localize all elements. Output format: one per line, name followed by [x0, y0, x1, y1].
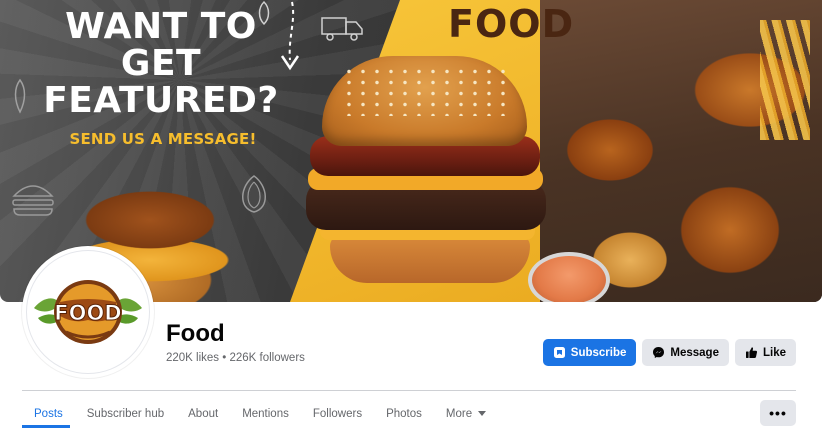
tab-followers[interactable]: Followers: [301, 400, 374, 428]
tab-label: Followers: [312, 408, 363, 420]
avatar: FOOD: [26, 250, 150, 374]
tab-label: Subscriber hub: [86, 408, 165, 420]
leaf-doodle-icon: [14, 78, 26, 114]
page-actions: Subscribe Message Like: [542, 339, 796, 366]
subscribe-button[interactable]: Subscribe: [542, 339, 637, 366]
message-label: Message: [670, 346, 719, 359]
page-title[interactable]: Food: [166, 320, 225, 348]
cover-brand-text: FOOD: [448, 2, 575, 46]
cover-subline: SEND US A MESSAGE!: [69, 130, 257, 148]
subscribe-label: Subscribe: [570, 346, 627, 359]
tab-label: Posts: [34, 408, 63, 420]
tab-more[interactable]: More: [434, 400, 498, 428]
fries-image: [760, 20, 810, 140]
page-tabs: Posts Subscriber hub About Mentions Foll…: [22, 400, 498, 428]
logo-text: FOOD: [54, 301, 121, 325]
onion-doodle-icon: [242, 175, 266, 213]
delivery-truck-icon: [321, 17, 363, 41]
arrow-doodle-icon: [280, 1, 300, 71]
tab-photos[interactable]: Photos: [374, 400, 434, 428]
tab-about[interactable]: About: [176, 400, 230, 428]
profile-avatar[interactable]: FOOD: [22, 246, 154, 378]
more-options-button[interactable]: •••: [760, 400, 796, 426]
message-button[interactable]: Message: [642, 339, 729, 366]
caret-down-icon: [478, 411, 487, 416]
subscribe-icon: [553, 347, 565, 358]
more-dots-label: •••: [769, 405, 787, 421]
thumbs-up-icon: [745, 347, 758, 358]
tab-label: About: [188, 408, 219, 420]
tab-label: Mentions: [242, 408, 289, 420]
leaf-doodle-icon: [258, 0, 270, 26]
header-divider: [22, 390, 796, 391]
tab-label: More: [445, 408, 473, 420]
food-logo-icon: FOOD: [34, 280, 142, 344]
like-button[interactable]: Like: [734, 339, 796, 366]
tab-posts[interactable]: Posts: [22, 400, 75, 428]
page-stats[interactable]: 220K likes • 226K followers: [166, 352, 305, 364]
tab-mentions[interactable]: Mentions: [230, 400, 301, 428]
tab-label: Photos: [386, 408, 422, 420]
burger-image: [300, 50, 560, 290]
tab-subscriber-hub[interactable]: Subscriber hub: [75, 400, 176, 428]
burger-doodle-icon: [12, 185, 54, 216]
cover-headline: WANT TO GET FEATURED?: [43, 6, 279, 121]
messenger-icon: [653, 347, 665, 358]
like-label: Like: [762, 346, 786, 359]
